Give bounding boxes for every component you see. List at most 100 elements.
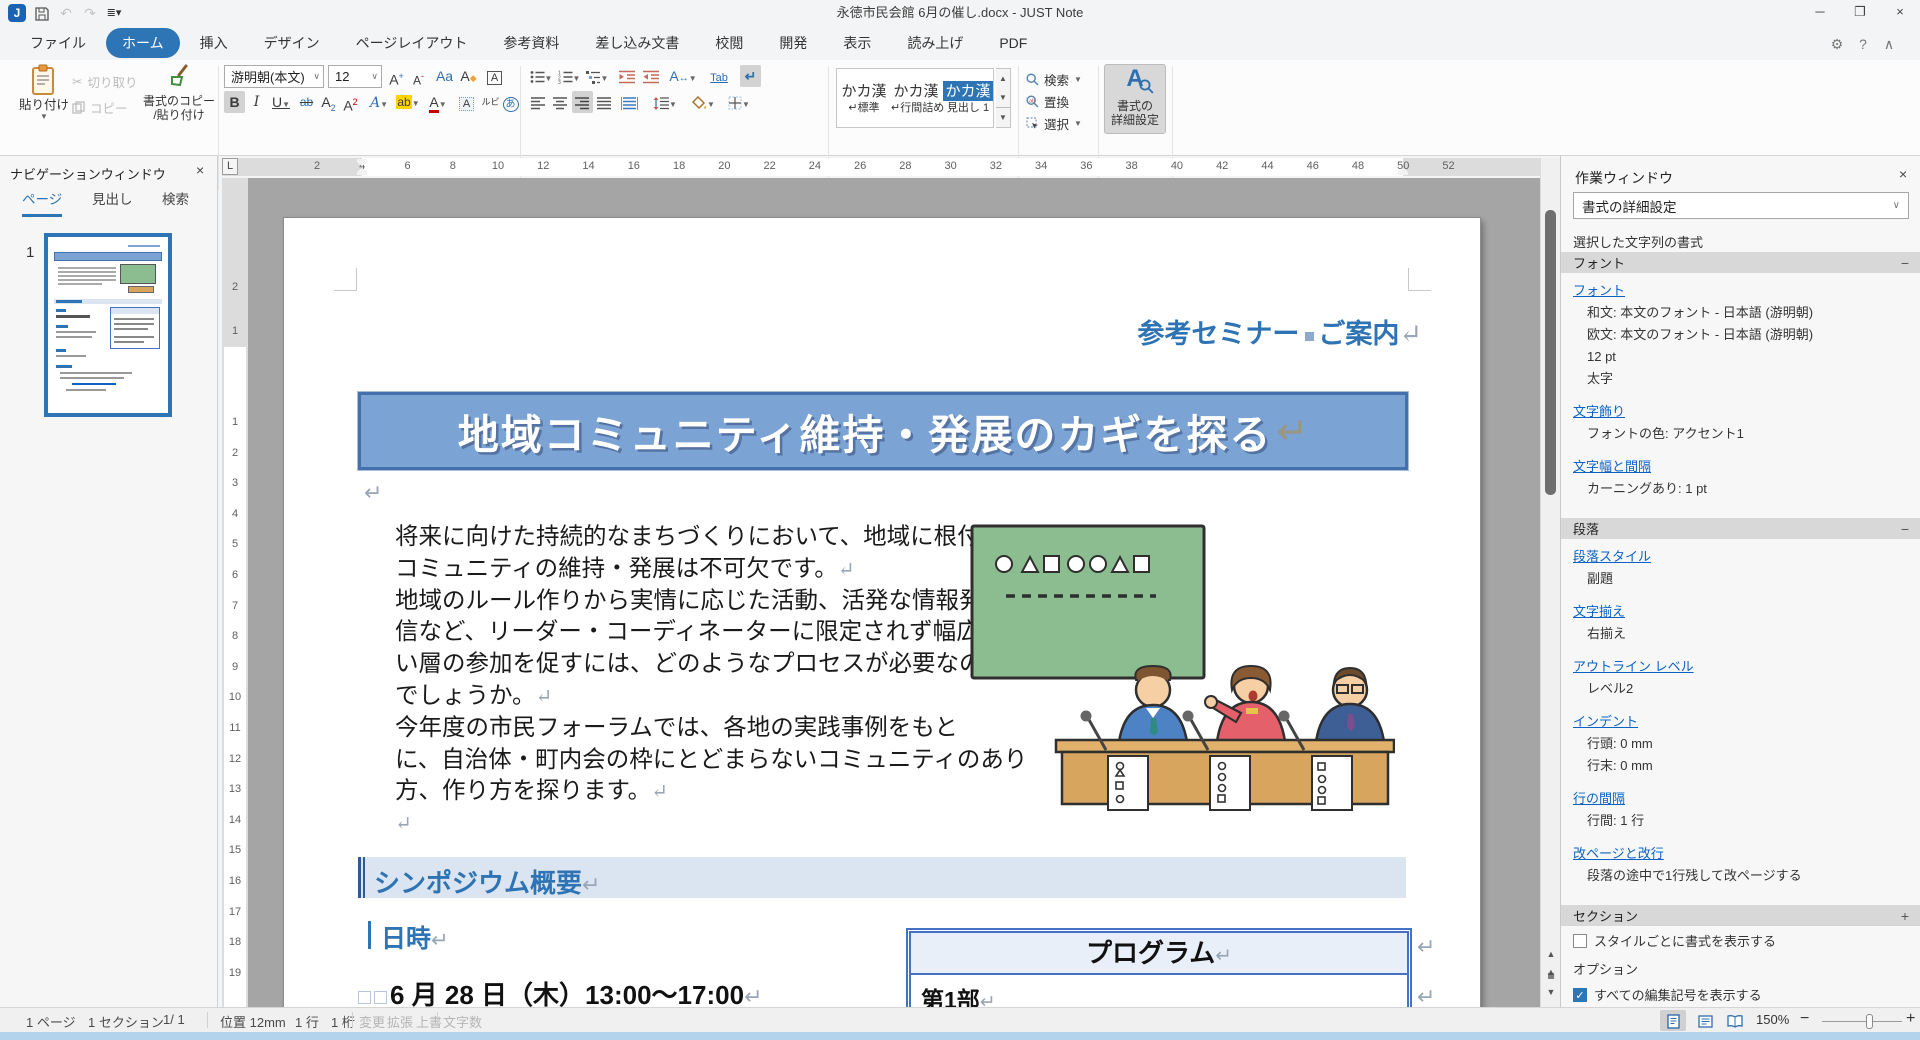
style-item-見出し1[interactable]: かカ漢見出し 1 bbox=[943, 71, 993, 125]
show-style-format-checkbox[interactable]: スタイルごとに書式を表示する bbox=[1573, 931, 1913, 950]
nav-tab-検索[interactable]: 検索 bbox=[162, 188, 189, 214]
underline-button[interactable]: U▼ bbox=[268, 91, 294, 113]
tab-setting-button[interactable]: Tab bbox=[704, 65, 734, 87]
tab-ファイル[interactable]: ファイル bbox=[14, 28, 102, 58]
tab-校閲[interactable]: 校閲 bbox=[699, 28, 759, 58]
change-case-button[interactable]: Aa bbox=[434, 65, 455, 87]
style-gallery-down-icon[interactable]: ▼ bbox=[996, 88, 1010, 107]
decrease-indent-button[interactable] bbox=[616, 65, 637, 87]
strikethrough-button[interactable]: ab bbox=[296, 91, 317, 113]
tab-デザイン[interactable]: デザイン bbox=[248, 28, 336, 58]
tab-PDF[interactable]: PDF bbox=[983, 30, 1043, 56]
zoom-in-icon[interactable]: + bbox=[1906, 1010, 1915, 1028]
pane-link-フォント[interactable]: フォント bbox=[1561, 279, 1920, 302]
numbered-list-button[interactable]: 123▼ bbox=[556, 65, 582, 87]
bullet-list-button[interactable]: ▼ bbox=[528, 65, 554, 87]
font-size-combo[interactable]: 12∨ bbox=[328, 65, 382, 88]
tab-挿入[interactable]: 挿入 bbox=[184, 28, 244, 58]
enclose-characters-button[interactable]: あ bbox=[500, 91, 521, 113]
print-layout-view-icon[interactable] bbox=[1660, 1010, 1686, 1031]
pane-section-セクション[interactable]: セクション+ bbox=[1561, 905, 1920, 926]
collapse-ribbon-icon[interactable]: ∧ bbox=[1878, 34, 1900, 54]
justify-button[interactable] bbox=[594, 91, 615, 113]
pane-link-文字飾り[interactable]: 文字飾り bbox=[1561, 400, 1920, 423]
document-scrollbar[interactable]: ▲▲ ▦ ▼▼ bbox=[1540, 158, 1560, 1007]
select-button[interactable]: 選択▼ bbox=[1026, 112, 1082, 134]
expand-icon[interactable]: + bbox=[1901, 908, 1909, 924]
align-right-button[interactable] bbox=[572, 91, 593, 113]
pane-link-行の間隔[interactable]: 行の間隔 bbox=[1561, 787, 1920, 810]
tab-ページレイアウト[interactable]: ページレイアウト bbox=[340, 28, 484, 58]
paste-dropdown-arrow[interactable]: ▼ bbox=[18, 112, 70, 121]
pane-link-インデント[interactable]: インデント bbox=[1561, 710, 1920, 733]
style-gallery-up-icon[interactable]: ▲ bbox=[996, 69, 1010, 88]
clear-formatting-button[interactable]: A◆ bbox=[458, 65, 479, 87]
nav-tab-見出し[interactable]: 見出し bbox=[92, 188, 133, 214]
superscript-button[interactable]: A2 bbox=[340, 91, 361, 113]
align-left-button[interactable] bbox=[528, 91, 549, 113]
tab-差し込み文書[interactable]: 差し込み文書 bbox=[579, 28, 695, 58]
zoom-out-icon[interactable]: − bbox=[1800, 1010, 1809, 1028]
format-detail-settings-button[interactable]: A 書式の詳細設定 bbox=[1104, 64, 1166, 134]
character-border-button[interactable]: A bbox=[484, 65, 505, 87]
page-thumbnail[interactable] bbox=[44, 233, 172, 417]
maximize-button[interactable]: ❐ bbox=[1840, 0, 1880, 26]
style-item-↵行間詰め[interactable]: かカ漢↵行間詰め bbox=[891, 71, 941, 125]
line-spacing-button[interactable]: ▼ bbox=[650, 91, 680, 113]
pane-section-フォント[interactable]: フォント− bbox=[1561, 252, 1920, 273]
help-icon[interactable]: ? bbox=[1852, 34, 1874, 54]
task-pane-dropdown[interactable]: 書式の詳細設定∨ bbox=[1573, 192, 1909, 219]
tab-selector-box[interactable]: L bbox=[222, 158, 238, 175]
pane-link-改ページと改行[interactable]: 改ページと改行 bbox=[1561, 842, 1920, 865]
tab-表示[interactable]: 表示 bbox=[827, 28, 887, 58]
close-button[interactable]: × bbox=[1880, 0, 1920, 26]
shrink-font-button[interactable]: A- bbox=[408, 65, 429, 87]
next-page-icon[interactable]: ▼▼ bbox=[1541, 983, 1561, 1001]
format-painter-button[interactable]: 書式のコピー/貼り付け bbox=[142, 64, 216, 134]
collapse-icon[interactable]: − bbox=[1901, 255, 1909, 271]
pane-link-文字幅と間隔[interactable]: 文字幅と間隔 bbox=[1561, 455, 1920, 478]
italic-button[interactable]: I bbox=[246, 91, 267, 113]
bold-button[interactable]: B bbox=[224, 91, 245, 113]
subscript-button[interactable]: A2 bbox=[318, 91, 339, 113]
previous-page-icon[interactable]: ▲▲ bbox=[1541, 945, 1561, 963]
tab-参考資料[interactable]: 参考資料 bbox=[487, 28, 575, 58]
pane-link-段落スタイル[interactable]: 段落スタイル bbox=[1561, 545, 1920, 568]
draft-view-icon[interactable] bbox=[1692, 1010, 1718, 1031]
settings-gear-icon[interactable]: ⚙ bbox=[1826, 34, 1848, 54]
multilevel-list-button[interactable]: ▼ bbox=[584, 65, 610, 87]
navigation-close-icon[interactable]: × bbox=[196, 162, 204, 178]
zoom-slider[interactable] bbox=[1822, 1021, 1902, 1022]
text-effects-button[interactable]: A▼ bbox=[366, 91, 392, 113]
borders-button[interactable]: ▼ bbox=[724, 91, 754, 113]
pane-link-文字揃え[interactable]: 文字揃え bbox=[1561, 600, 1920, 623]
read-view-icon[interactable] bbox=[1722, 1010, 1748, 1031]
scrollbar-thumb[interactable] bbox=[1545, 210, 1556, 495]
grow-font-button[interactable]: A+ bbox=[386, 65, 407, 87]
increase-indent-button[interactable] bbox=[640, 65, 661, 87]
tab-読み上げ[interactable]: 読み上げ bbox=[891, 28, 979, 58]
search-button[interactable]: 検索▼ bbox=[1026, 68, 1082, 90]
show-all-marks-checkbox[interactable]: ✓ すべての編集記号を表示する bbox=[1573, 985, 1913, 1004]
character-width-button[interactable]: A↔▼ bbox=[668, 65, 698, 87]
style-gallery-more-icon[interactable]: ▼ bbox=[996, 107, 1010, 126]
font-name-combo[interactable]: 游明朝(本文)∨ bbox=[224, 65, 324, 88]
replace-button[interactable]: ab 置換 bbox=[1026, 90, 1069, 112]
formatting-marks-toggle[interactable]: ↵ bbox=[740, 65, 761, 87]
pane-link-アウトライン レベル[interactable]: アウトライン レベル bbox=[1561, 655, 1920, 678]
pane-section-段落[interactable]: 段落− bbox=[1561, 518, 1920, 539]
tab-開発[interactable]: 開発 bbox=[763, 28, 823, 58]
zoom-slider-thumb[interactable] bbox=[1866, 1014, 1873, 1029]
shading-bucket-button[interactable]: ▼ bbox=[688, 91, 718, 113]
style-item-↵標準[interactable]: かカ漢↵標準 bbox=[839, 71, 889, 125]
character-shading-button[interactable]: A bbox=[456, 91, 477, 113]
document-page[interactable]: 参考セミナーご案内↵ 地域コミュニティ維持・発展のカギを探る↵ ↵ 将来に向けた… bbox=[284, 218, 1480, 1007]
align-center-button[interactable] bbox=[550, 91, 571, 113]
collapse-icon[interactable]: − bbox=[1901, 521, 1909, 537]
tab-ホーム[interactable]: ホーム bbox=[106, 28, 180, 58]
paste-button[interactable]: 貼り付け ▼ bbox=[18, 64, 70, 134]
font-color-button[interactable]: A▼ bbox=[424, 91, 452, 113]
distribute-button[interactable] bbox=[616, 91, 642, 113]
ruby-button[interactable]: ルビ bbox=[480, 91, 501, 113]
nav-tab-ページ[interactable]: ページ bbox=[22, 188, 62, 217]
